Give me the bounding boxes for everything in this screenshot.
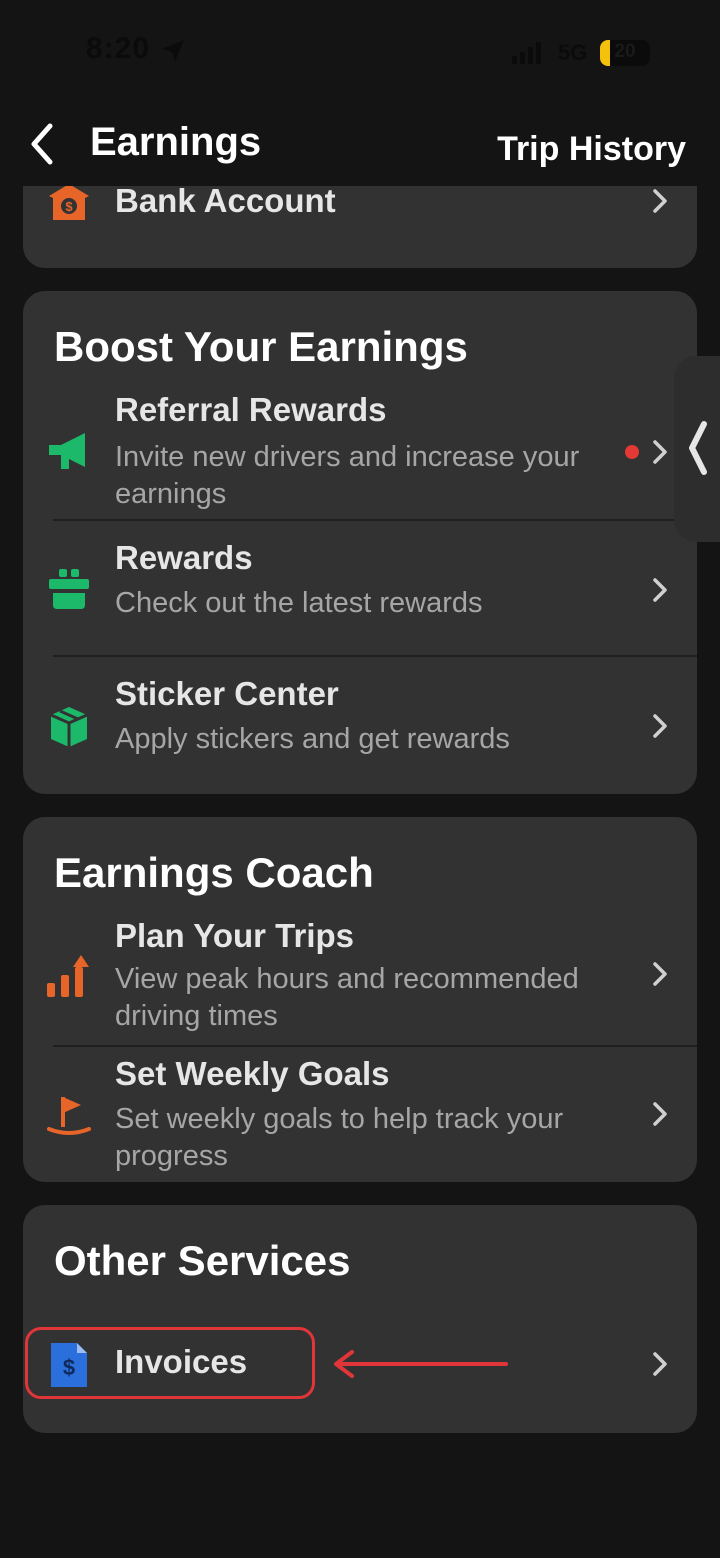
chevron-right-icon — [653, 714, 667, 738]
goal-flag-icon — [47, 1097, 91, 1135]
trip-history-link[interactable]: Trip History — [497, 130, 686, 169]
status-time: 8:20 — [86, 32, 151, 65]
row-title: Referral Rewards — [115, 391, 387, 428]
boost-earnings-card: Boost Your Earnings Referral Rewards Inv… — [23, 291, 697, 794]
row-title: Plan Your Trips — [115, 917, 355, 954]
chevron-right-icon — [653, 189, 667, 213]
chevron-left-icon — [689, 421, 707, 475]
network-type: 5G — [558, 40, 588, 65]
rewards-row[interactable]: Rewards Check out the latest rewards — [23, 521, 697, 655]
status-bar: 8:20 5G 20 — [0, 0, 720, 100]
referral-rewards-row[interactable]: Referral Rewards Invite new drivers and … — [23, 387, 697, 519]
sticker-box-icon — [50, 707, 88, 747]
sticker-center-row[interactable]: Sticker Center Apply stickers and get re… — [23, 657, 697, 793]
weekly-goals-row[interactable]: Set Weekly Goals Set weekly goals to hel… — [23, 1047, 697, 1181]
annotation-highlight-box — [25, 1327, 315, 1399]
plan-trips-row[interactable]: Plan Your Trips View peak hours and reco… — [23, 913, 697, 1045]
annotation-arrow-icon — [334, 1350, 508, 1378]
row-subtitle: Set weekly goals to help track your prog… — [115, 1103, 564, 1172]
section-title-other: Other Services — [54, 1237, 351, 1284]
row-subtitle: View peak hours and recommended driving … — [115, 963, 579, 1032]
nav-header: Earnings Trip History — [0, 100, 720, 186]
side-drawer-tab[interactable] — [674, 356, 720, 542]
earnings-coach-card: Earnings Coach Plan Your Trips View peak… — [23, 817, 697, 1182]
gift-icon — [49, 569, 89, 609]
battery-percent: 20 — [614, 41, 636, 62]
battery-icon: 20 — [600, 40, 650, 66]
chevron-right-icon — [653, 962, 667, 986]
page-title: Earnings — [90, 120, 262, 164]
row-subtitle: Check out the latest rewards — [115, 587, 483, 619]
bank-icon: $ — [49, 184, 89, 220]
chevron-right-icon — [653, 578, 667, 602]
back-chevron-icon[interactable] — [26, 122, 60, 166]
svg-text:$: $ — [65, 199, 73, 214]
row-subtitle: Apply stickers and get rewards — [115, 723, 510, 755]
row-title: Rewards — [115, 539, 253, 576]
row-title: Set Weekly Goals — [115, 1055, 390, 1092]
section-title-coach: Earnings Coach — [54, 849, 374, 896]
megaphone-icon — [49, 433, 85, 469]
section-title-boost: Boost Your Earnings — [54, 323, 468, 370]
notification-dot — [625, 445, 639, 459]
row-subtitle: Invite new drivers and increase your ear… — [115, 441, 580, 510]
bank-account-label: Bank Account — [115, 182, 336, 219]
trending-bars-icon — [47, 955, 89, 997]
chevron-right-icon — [653, 1352, 667, 1376]
location-arrow-icon — [162, 40, 184, 62]
chevron-right-icon — [653, 1102, 667, 1126]
chevron-right-icon — [653, 440, 667, 464]
row-title: Sticker Center — [115, 675, 339, 712]
signal-icon — [512, 42, 541, 64]
